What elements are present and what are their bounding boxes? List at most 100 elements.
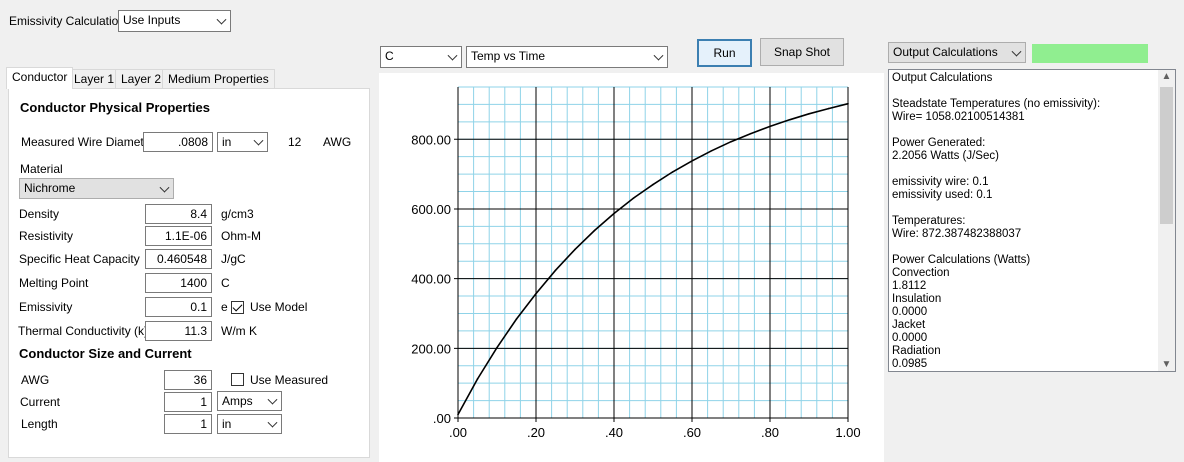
emissivity-calc-value: Use Inputs <box>123 13 181 27</box>
output-line: 0.0985 <box>892 358 928 370</box>
output-calculations-box[interactable]: Output Calculations Steadstate Temperatur… <box>888 69 1176 372</box>
chevron-down-icon <box>267 394 278 405</box>
thermal-conductivity-unit: W/m K <box>221 324 257 338</box>
section-title-physical: Conductor Physical Properties <box>20 100 210 115</box>
temperature-data-point <box>710 149 713 152</box>
snapshot-button[interactable]: Snap Shot <box>760 38 844 66</box>
x-tick-label: .60 <box>683 425 701 440</box>
length-field[interactable]: 1 <box>164 414 212 434</box>
output-line: 2.2056 Watts (J/Sec) <box>892 150 999 162</box>
chart-background <box>379 73 884 462</box>
output-select[interactable]: Output Calculations <box>888 42 1026 63</box>
output-line: 0.0000 <box>892 306 928 318</box>
temperature-data-point <box>457 413 459 416</box>
emissivity-calc-label: Emissivity Calculation <box>9 14 126 28</box>
chevron-down-icon <box>216 14 227 25</box>
material-select[interactable]: Nichrome <box>19 178 174 199</box>
heat-capacity-field[interactable]: 0.460548 <box>145 249 212 269</box>
temperature-data-point <box>808 113 810 115</box>
length-unit-select[interactable]: in <box>217 414 282 434</box>
emissivity-calc-select[interactable]: Use Inputs <box>118 10 231 32</box>
melting-point-label: Melting Point <box>19 276 89 290</box>
chevron-down-icon <box>1011 46 1022 57</box>
unit-select-value: C <box>385 49 394 63</box>
scroll-thumb[interactable] <box>1160 87 1173 224</box>
x-tick-label: .20 <box>527 425 545 440</box>
y-tick-label: 800.00 <box>411 132 451 147</box>
scroll-up-icon[interactable]: ▲ <box>1158 71 1175 82</box>
temperature-data-point <box>515 318 518 320</box>
chevron-down-icon <box>653 50 664 61</box>
temperature-data-point <box>788 118 791 121</box>
plot-type-value: Temp vs Time <box>471 49 546 63</box>
current-field[interactable]: 1 <box>164 392 212 412</box>
status-indicator <box>1032 44 1148 63</box>
use-model-label: Use Model <box>250 300 308 314</box>
resistivity-label: Resistivity <box>19 229 74 243</box>
plot-type-select[interactable]: Temp vs Time <box>466 46 668 68</box>
diameter-unit-value: in <box>222 135 232 149</box>
current-unit-select[interactable]: Amps <box>217 391 282 411</box>
output-line: emissivity wire: 0.1 <box>892 176 989 188</box>
output-line: 0.0000 <box>892 332 928 344</box>
x-tick-label: .00 <box>449 425 467 440</box>
measured-diameter-field[interactable]: .0808 <box>143 132 213 152</box>
awg-field[interactable]: 36 <box>164 370 212 390</box>
thermal-conductivity-field[interactable]: 11.3 <box>145 321 212 341</box>
heat-capacity-label: Specific Heat Capacity <box>19 252 140 266</box>
output-line: Power Calculations (Watts) <box>892 254 1031 266</box>
tab-layer-2[interactable]: Layer 2 <box>115 69 168 88</box>
melting-point-unit: C <box>221 276 230 290</box>
emissivity-field[interactable]: 0.1 <box>145 297 212 317</box>
density-unit: g/cm3 <box>221 207 254 221</box>
temperature-data-point <box>613 212 615 215</box>
y-tick-label: 200.00 <box>411 341 451 356</box>
temperature-data-point <box>593 229 596 232</box>
temperature-data-point <box>574 248 576 251</box>
chevron-down-icon <box>159 182 170 193</box>
resistivity-field[interactable]: 1.1E-06 <box>145 226 212 246</box>
density-field[interactable]: 8.4 <box>145 204 212 224</box>
use-model-checkbox[interactable] <box>231 301 244 314</box>
emissivity-label: Emissivity <box>19 300 73 314</box>
tab-layer-1[interactable]: Layer 1 <box>68 69 121 88</box>
temperature-data-point <box>847 102 849 105</box>
temperature-data-point <box>554 269 557 272</box>
output-line: Power Generated: <box>892 137 986 149</box>
output-line: Temperatures: <box>892 215 966 227</box>
awg-field-label: AWG <box>21 373 50 387</box>
scroll-down-icon[interactable]: ▼ <box>1158 359 1175 370</box>
use-measured-checkbox[interactable] <box>231 373 244 386</box>
unit-select[interactable]: C <box>380 46 462 68</box>
tab-medium-properties[interactable]: Medium Properties <box>162 69 275 88</box>
tab-conductor[interactable]: Conductor <box>6 67 74 89</box>
material-value: Nichrome <box>24 181 76 195</box>
output-line: Convection <box>892 267 950 279</box>
temperature-data-point <box>769 125 771 128</box>
y-tick-label: .00 <box>433 411 451 426</box>
length-unit-value: in <box>222 417 232 431</box>
run-button[interactable]: Run <box>697 39 752 67</box>
y-tick-label: 400.00 <box>411 272 451 287</box>
melting-point-field[interactable]: 1400 <box>145 273 212 293</box>
thermal-conductivity-label: Thermal Conductivity (k) <box>18 324 149 338</box>
current-unit-value: Amps <box>222 394 253 408</box>
emissivity-unit: e <box>221 300 228 314</box>
heat-capacity-unit: J/gC <box>221 252 246 266</box>
temperature-data-point <box>691 160 693 162</box>
temperature-data-point <box>496 346 498 349</box>
diameter-unit-select[interactable]: in <box>217 132 268 152</box>
material-label: Material <box>20 162 63 176</box>
awg-unit-label: AWG <box>323 135 352 149</box>
temperature-data-point <box>827 107 830 110</box>
temperature-data-point <box>652 183 654 186</box>
output-scrollbar[interactable]: ▲ ▼ <box>1158 70 1175 371</box>
output-line: 1.8112 <box>892 280 927 292</box>
section-title-size: Conductor Size and Current <box>19 346 192 361</box>
output-line: Output Calculations <box>892 72 993 84</box>
output-line: Steadstate Temperatures (no emissivity): <box>892 98 1101 110</box>
